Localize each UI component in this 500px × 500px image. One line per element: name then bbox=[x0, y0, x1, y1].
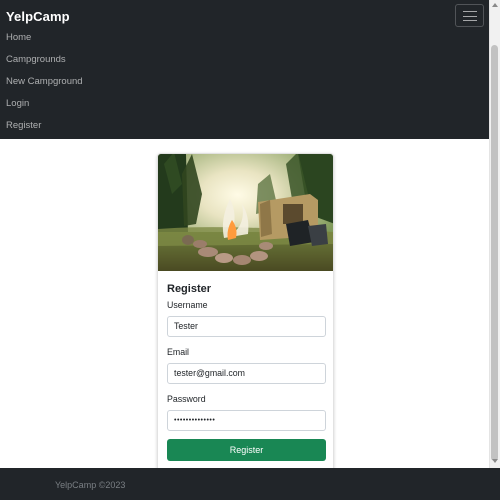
scrollbar-thumb[interactable] bbox=[491, 45, 498, 461]
nav-link-campgrounds[interactable]: Campgrounds bbox=[6, 54, 66, 65]
scroll-down-arrow-icon[interactable] bbox=[492, 459, 498, 463]
register-card: Register Username Tester Email tester@gm… bbox=[157, 153, 334, 473]
campsite-image bbox=[158, 154, 333, 271]
vertical-scrollbar[interactable] bbox=[489, 0, 500, 468]
scroll-up-arrow-icon[interactable] bbox=[492, 3, 498, 7]
navbar: YelpCamp Home Campgrounds New Campground… bbox=[0, 0, 489, 139]
footer: YelpCamp ©2023 bbox=[0, 468, 500, 500]
username-label: Username bbox=[167, 300, 208, 310]
register-submit-button[interactable]: Register bbox=[167, 439, 326, 461]
email-label: Email bbox=[167, 347, 189, 357]
nav-link-login[interactable]: Login bbox=[6, 98, 29, 109]
nav-link-register[interactable]: Register bbox=[6, 120, 41, 131]
nav-link-new-campground[interactable]: New Campground bbox=[6, 76, 83, 87]
username-field[interactable]: Tester bbox=[167, 316, 326, 337]
navbar-toggler-button[interactable] bbox=[455, 4, 484, 27]
register-title: Register bbox=[167, 283, 212, 295]
navbar-brand[interactable]: YelpCamp bbox=[6, 9, 70, 24]
password-label: Password bbox=[167, 394, 206, 404]
email-field[interactable]: tester@gmail.com bbox=[167, 363, 326, 384]
footer-copyright: YelpCamp ©2023 bbox=[55, 480, 126, 490]
password-field[interactable]: •••••••••••••• bbox=[167, 410, 326, 431]
nav-link-home[interactable]: Home bbox=[6, 32, 31, 43]
